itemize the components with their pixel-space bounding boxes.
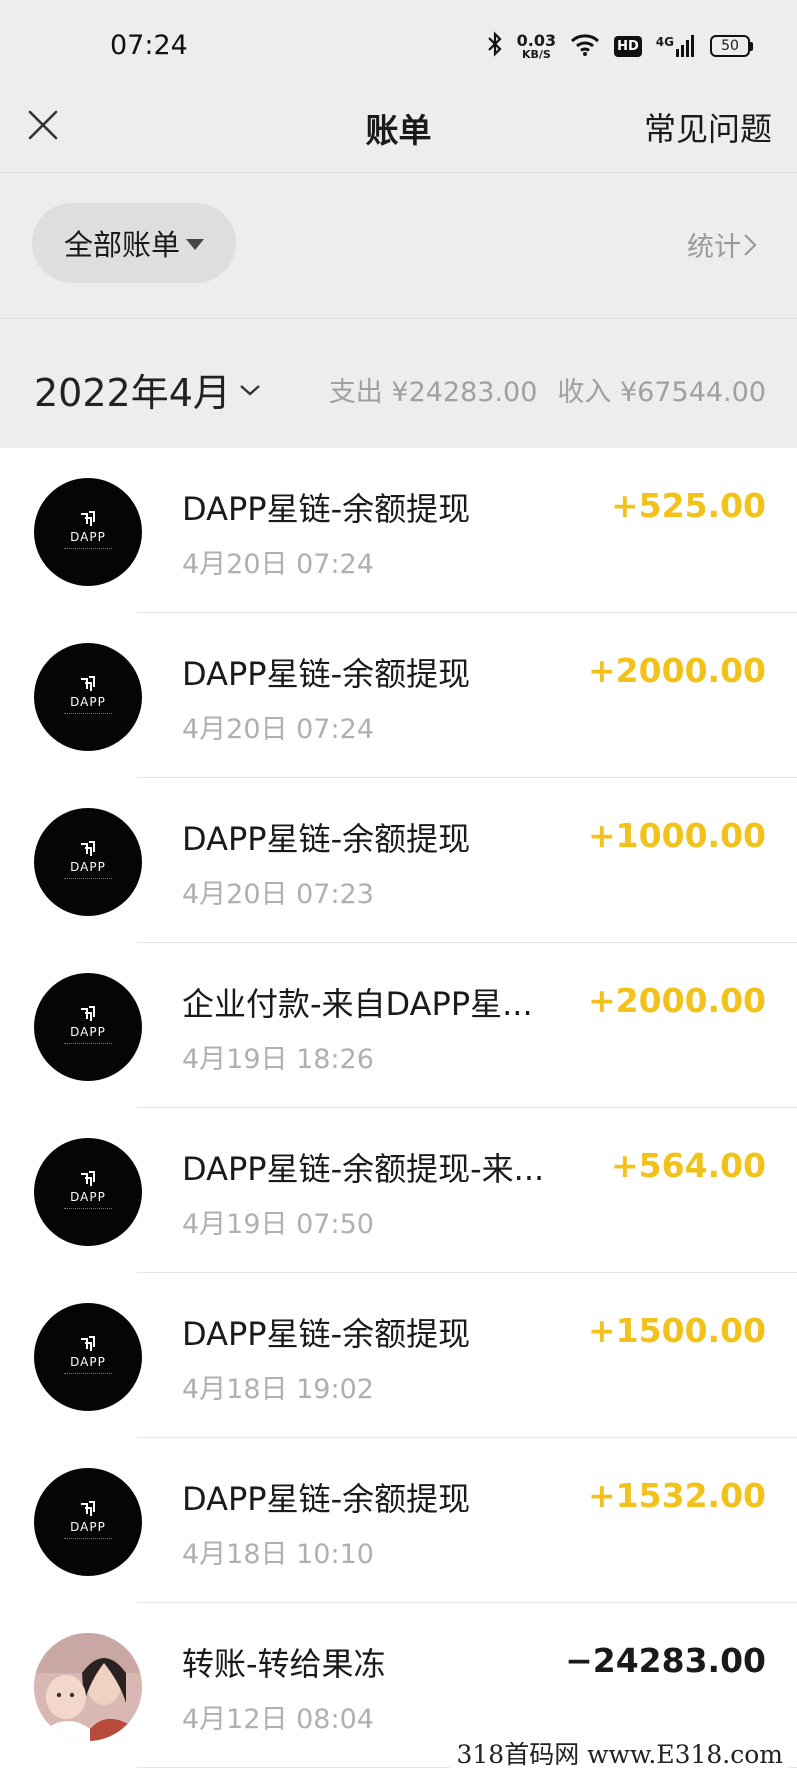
bill-title: DAPP星链-余额提现 [182,1315,471,1353]
chevron-right-icon [744,233,757,256]
dapp-avatar: DAPP [34,643,142,751]
dapp-logo-icon [81,1171,95,1186]
status-time: 07:24 [110,30,188,61]
nav-divider [0,172,797,173]
bill-amount: +525.00 [611,486,766,525]
bill-item[interactable]: DAPP DAPP星链-余额提现 4月20日 07:24 +525.00 [0,448,797,613]
faq-link[interactable]: 常见问题 [644,104,772,150]
battery-level: 50 [710,35,750,57]
dapp-logo-icon [81,1336,95,1351]
month-label: 2022年4月 [34,371,231,415]
dapp-logo-icon [81,841,95,856]
bill-datetime: 4月18日 19:02 [182,1374,374,1405]
caret-down-icon [186,238,204,250]
bill-type-filter[interactable]: 全部账单 [32,203,236,283]
dapp-avatar: DAPP [34,478,142,586]
avatar-text: DAPP [70,1190,106,1204]
bill-item[interactable]: DAPP 企业付款-来自DAPP星... 4月19日 18:26 +2000.0… [0,943,797,1108]
dapp-logo-icon [81,1501,95,1516]
income-total: 收入 ¥67544.00 [557,377,766,408]
stats-label: 统计 [687,232,741,263]
bill-title: 企业付款-来自DAPP星... [182,985,533,1023]
nav-bar: 账单 常见问题 [0,90,797,172]
net-speed-value: 0.03 [516,30,557,50]
filter-label: 全部账单 [63,228,180,262]
network-label: 4G [655,35,674,49]
bill-item[interactable]: DAPP DAPP星链-余额提现 4月18日 19:02 +1500.00 [0,1273,797,1438]
signal-icon: 4G [656,35,696,57]
bill-amount: +1500.00 [588,1311,766,1350]
dapp-avatar: DAPP [34,1468,142,1576]
bill-item[interactable]: DAPP DAPP星链-余额提现-来... 4月19日 07:50 +564.0… [0,1108,797,1273]
bill-datetime: 4月18日 10:10 [182,1539,374,1570]
avatar-text: DAPP [70,1025,106,1039]
bill-item[interactable]: DAPP DAPP星链-余额提现 4月18日 10:10 +1532.00 [0,1438,797,1603]
bill-amount: +1532.00 [588,1476,766,1515]
bill-amount: +2000.00 [588,651,766,690]
avatar-text: DAPP [70,1355,106,1369]
bill-datetime: 4月20日 07:24 [182,714,374,745]
bill-amount: +2000.00 [588,981,766,1020]
month-summary: 支出 ¥24283.00 收入 ¥67544.00 [329,370,766,409]
bill-amount: +564.00 [611,1146,766,1185]
avatar-text: DAPP [70,530,106,544]
status-bar: 07:24 0.03 KB/S HD 4G 50 [0,0,797,90]
bill-amount: −24283.00 [565,1641,766,1680]
close-button[interactable] [22,104,64,146]
bill-datetime: 4月19日 07:50 [182,1209,374,1240]
bill-title: 转账-转给果冻 [182,1645,386,1683]
bill-datetime: 4月12日 08:04 [182,1704,374,1735]
bill-title: DAPP星链-余额提现 [182,655,471,693]
battery-icon: 50 [710,35,753,57]
dapp-logo-icon [81,676,95,691]
avatar-text: DAPP [70,1520,106,1534]
bill-datetime: 4月20日 07:23 [182,879,374,910]
month-selector[interactable]: 2022年4月 [34,362,261,417]
wifi-icon [570,32,600,60]
bill-datetime: 4月20日 07:24 [182,549,374,580]
dapp-avatar: DAPP [34,1303,142,1411]
expense-total: 支出 ¥24283.00 [328,377,538,408]
net-speed: 0.03 KB/S [516,30,557,61]
user-photo-avatar [34,1633,142,1741]
bill-title: DAPP星链-余额提现 [182,490,471,528]
dapp-avatar: DAPP [34,1138,142,1246]
bluetooth-icon [487,31,503,61]
avatar-text: DAPP [70,860,106,874]
status-icons: 0.03 KB/S HD 4G 50 [487,28,753,64]
watermark: 318首码网 www.E318.com [450,1733,789,1773]
close-icon [28,110,58,140]
dapp-avatar: DAPP [34,808,142,916]
bill-item[interactable]: DAPP DAPP星链-余额提现 4月20日 07:23 +1000.00 [0,778,797,943]
chevron-down-icon [240,384,260,396]
dapp-logo-icon [81,1006,95,1021]
bill-datetime: 4月19日 18:26 [182,1044,374,1075]
avatar-text: DAPP [70,695,106,709]
bill-title: DAPP星链-余额提现 [182,1480,471,1518]
bill-title: DAPP星链-余额提现 [182,820,471,858]
stats-link[interactable]: 统计 [687,225,757,264]
dapp-logo-icon [81,511,95,526]
bill-item[interactable]: DAPP DAPP星链-余额提现 4月20日 07:24 +2000.00 [0,613,797,778]
dapp-avatar: DAPP [34,973,142,1081]
bill-title: DAPP星链-余额提现-来... [182,1150,545,1188]
net-speed-unit: KB/S [521,47,551,61]
bill-list: DAPP DAPP星链-余额提现 4月20日 07:24 +525.00 DAP… [0,448,797,1768]
photo-avatar-icon [34,1633,142,1741]
hd-badge: HD [614,35,642,57]
bill-amount: +1000.00 [588,816,766,855]
filter-divider [0,318,797,319]
